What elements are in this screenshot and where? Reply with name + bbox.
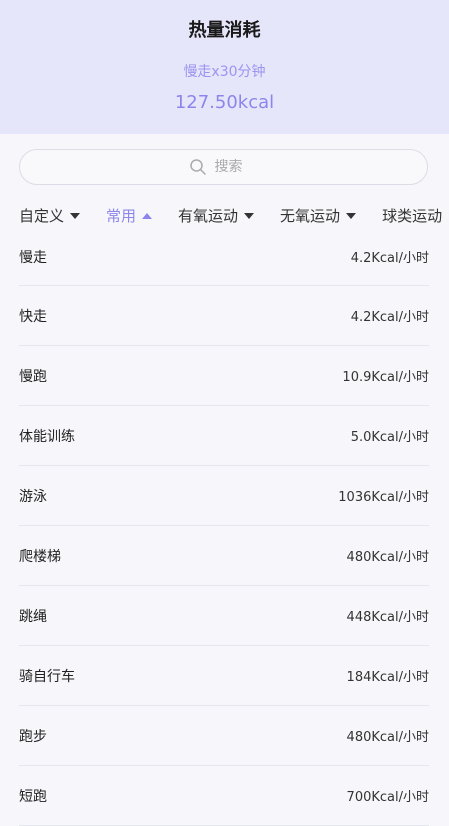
tab-0[interactable]: 自定义 <box>19 205 81 226</box>
triangle-down-icon <box>346 212 357 219</box>
tab-label: 常用 <box>106 207 137 225</box>
exercise-calorie-rate: 4.2Kcal/小时 <box>350 310 429 325</box>
exercise-calorie-rate: 5.0Kcal/小时 <box>350 430 429 445</box>
exercise-calorie-rate: 4.2Kcal/小时 <box>350 251 429 266</box>
search-input[interactable] <box>214 159 259 175</box>
tab-label: 球类运动 <box>382 207 443 225</box>
list-item[interactable]: 骑自行车 184Kcal/小时 <box>19 646 429 706</box>
list-item[interactable]: 体能训练 5.0Kcal/小时 <box>19 406 429 466</box>
header: 热量消耗 慢走x30分钟 127.50kcal <box>0 0 449 134</box>
exercise-name: 快走 <box>19 308 47 325</box>
exercise-calorie-rate: 448Kcal/小时 <box>346 610 429 625</box>
list-item[interactable]: 跳绳 448Kcal/小时 <box>19 586 429 646</box>
tab-label: 自定义 <box>19 207 65 225</box>
exercise-calorie-rate: 10.9Kcal/小时 <box>342 370 429 385</box>
exercise-name: 游泳 <box>19 488 47 505</box>
category-tabs: 自定义 常用 有氧运动 无氧运动 球类运动 <box>19 205 449 227</box>
tab-1[interactable]: 常用 <box>106 205 153 226</box>
exercise-calorie-rate: 1036Kcal/小时 <box>338 490 429 505</box>
tab-4[interactable]: 球类运动 <box>382 205 442 226</box>
tab-3[interactable]: 无氧运动 <box>280 205 357 226</box>
page-title: 热量消耗 <box>188 20 261 41</box>
triangle-down-icon <box>244 212 255 219</box>
exercise-name: 骑自行车 <box>19 668 75 685</box>
list-item[interactable]: 慢跑 10.9Kcal/小时 <box>19 346 429 406</box>
exercise-calorie-rate: 184Kcal/小时 <box>346 670 429 685</box>
exercise-calorie-rate: 480Kcal/小时 <box>346 730 429 745</box>
list-item[interactable]: 跑步 480Kcal/小时 <box>19 706 429 766</box>
exercise-name: 爬楼梯 <box>19 548 61 565</box>
activity-summary: 慢走x30分钟 <box>183 64 266 80</box>
triangle-down-icon <box>70 212 81 219</box>
exercise-name: 慢跑 <box>19 368 47 385</box>
calorie-total: 127.50kcal <box>174 92 275 113</box>
list-item[interactable]: 游泳 1036Kcal/小时 <box>19 466 429 526</box>
tab-2[interactable]: 有氧运动 <box>178 205 255 226</box>
search-icon <box>189 159 206 175</box>
list-item[interactable]: 短跑 700Kcal/小时 <box>19 766 429 826</box>
list-item[interactable]: 快走 4.2Kcal/小时 <box>19 286 429 346</box>
list-item[interactable]: 爬楼梯 480Kcal/小时 <box>19 526 429 586</box>
exercise-calorie-rate: 480Kcal/小时 <box>346 550 429 565</box>
tab-label: 无氧运动 <box>280 207 341 225</box>
exercise-list: 慢走 4.2Kcal/小时 快走 4.2Kcal/小时 慢跑 10.9Kcal/小时 体能训… <box>19 227 429 826</box>
exercise-name: 体能训练 <box>19 428 75 445</box>
exercise-name: 跑步 <box>19 728 47 745</box>
exercise-name: 短跑 <box>19 788 47 805</box>
tab-label: 有氧运动 <box>178 207 239 225</box>
triangle-up-icon <box>142 212 153 219</box>
exercise-calorie-rate: 700Kcal/小时 <box>346 790 429 805</box>
search-bar[interactable] <box>19 149 428 185</box>
exercise-name: 慢走 <box>19 250 47 266</box>
exercise-name: 跳绳 <box>19 608 47 625</box>
list-item[interactable]: 慢走 4.2Kcal/小时 <box>19 227 429 286</box>
